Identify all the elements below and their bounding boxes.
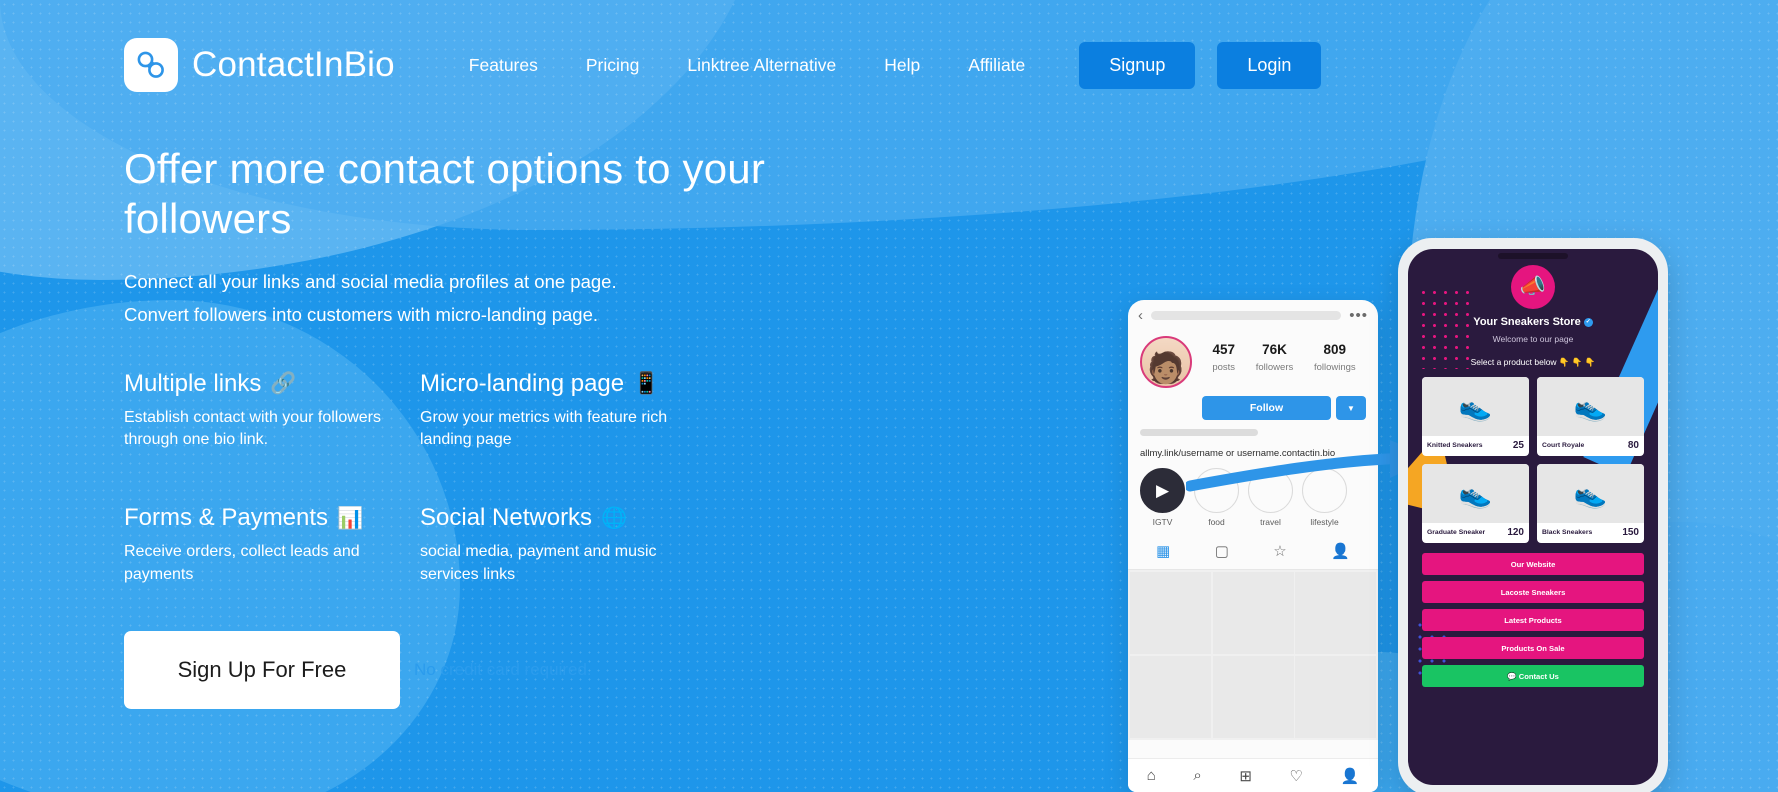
feature-item-micro-landing-page: Micro-landing page 📱 Grow your metrics w…	[420, 370, 716, 452]
feature-title: Multiple links	[124, 369, 262, 397]
feature-description: social media, payment and music services…	[420, 543, 657, 583]
bottom-nav: ⌂ ⌕ ⊞ ♡ 👤	[1128, 758, 1378, 792]
avatar: 🧑🏽	[1140, 336, 1192, 388]
hero-section: Offer more contact options to your follo…	[0, 130, 1778, 792]
store-name: Your Sneakers Store ✓	[1473, 316, 1593, 328]
profile-icon[interactable]: 👤	[1341, 767, 1360, 785]
stat-followers: 76K followers	[1255, 342, 1294, 373]
page-title: Offer more contact options to your follo…	[124, 145, 766, 242]
stat-posts: 457 posts	[1212, 342, 1236, 373]
igtv-icon: ▶	[1140, 468, 1185, 513]
main-navigation: Features Pricing Linktree Alternative He…	[445, 45, 1049, 86]
tagged-icon[interactable]: 👤	[1331, 542, 1350, 560]
nav-item-affiliate[interactable]: Affiliate	[944, 45, 1049, 86]
product-price: 150	[1622, 527, 1639, 538]
home-icon[interactable]: ⌂	[1147, 767, 1156, 784]
feature-title: Social Networks	[420, 504, 593, 532]
list-icon[interactable]: ▢	[1215, 542, 1229, 560]
site-header: ContactInBio Features Pricing Linktree A…	[0, 0, 1778, 130]
mobile-phone-emoji-icon: 📱	[633, 372, 660, 396]
search-icon[interactable]: ⌕	[1193, 767, 1201, 784]
product-price: 25	[1512, 440, 1524, 451]
feature-list: Multiple links 🔗 Establish contact with …	[124, 370, 824, 587]
chevron-down-icon[interactable]: ▼	[1336, 396, 1366, 420]
hero-subtitle-line-1: Connect all your links and social media …	[124, 271, 617, 293]
instagram-profile-mockup: ‹ ••• 🧑🏽 457 posts 76K followers 809 fol…	[1128, 300, 1378, 792]
grid-icon[interactable]: ▦	[1156, 542, 1170, 560]
ellipsis-icon[interactable]: •••	[1349, 307, 1368, 324]
select-product-text: Select a product below 👇 👇 👇	[1470, 357, 1596, 367]
product-price: 120	[1507, 527, 1524, 538]
link-button-lacoste-sneakers[interactable]: Lacoste Sneakers	[1422, 581, 1644, 603]
product-image: 👟	[1422, 464, 1529, 523]
globe-emoji-icon: 🌐	[601, 506, 628, 530]
feature-description: Receive orders, collect leads and paymen…	[124, 543, 360, 583]
link-button-list: Our Website Lacoste Sneakers Latest Prod…	[1422, 553, 1644, 687]
nav-item-linktree-alternative[interactable]: Linktree Alternative	[663, 45, 860, 86]
product-name: Court Royale	[1542, 442, 1585, 450]
product-name: Graduate Sneaker	[1427, 529, 1486, 537]
contactinbio-phone-mockup: 📣 Your Sneakers Store ✓ Welcome to our pa…	[1398, 238, 1668, 792]
link-button-products-on-sale[interactable]: Products On Sale	[1422, 637, 1644, 659]
bar-chart-emoji-icon: 📊	[337, 506, 364, 530]
product-name: Knitted Sneakers	[1427, 442, 1483, 450]
plus-icon[interactable]: ⊞	[1239, 767, 1252, 785]
nav-item-help[interactable]: Help	[860, 45, 944, 86]
highlight-igtv[interactable]: ▶ IGTV	[1140, 468, 1185, 527]
product-grid: 👟 Knitted Sneakers 25 👟 Court Royale 80	[1422, 377, 1644, 543]
welcome-text: Welcome to our page	[1492, 334, 1574, 344]
signup-button[interactable]: Signup	[1079, 41, 1196, 89]
feature-title: Micro-landing page	[420, 369, 625, 397]
star-icon[interactable]: ☆	[1273, 542, 1286, 560]
link-button-contact-us[interactable]: 💬 Contact Us	[1422, 665, 1644, 687]
login-button[interactable]: Login	[1217, 41, 1322, 89]
product-card[interactable]: 👟 Court Royale 80	[1537, 377, 1644, 456]
product-card[interactable]: 👟 Graduate Sneaker 120	[1422, 464, 1529, 543]
feature-item-forms-payments: Forms & Payments 📊 Receive orders, colle…	[124, 504, 420, 586]
product-card[interactable]: 👟 Black Sneakers 150	[1537, 464, 1644, 543]
no-credit-card-note: No credit card required.	[414, 659, 592, 679]
hero-subtitle-line-2: Convert followers into customers with mi…	[124, 304, 599, 326]
feature-description: Grow your metrics with feature rich land…	[420, 408, 668, 449]
feature-description: Establish contact with your followers th…	[124, 408, 381, 449]
link-button-latest-products[interactable]: Latest Products	[1422, 609, 1644, 631]
sign-up-for-free-button[interactable]: Sign Up For Free	[124, 630, 400, 709]
hero-mockups: ‹ ••• 🧑🏽 457 posts 76K followers 809 fol…	[1128, 238, 1668, 792]
post-grid	[1128, 570, 1378, 740]
feature-item-multiple-links: Multiple links 🔗 Establish contact with …	[124, 370, 420, 452]
product-name: Black Sneakers	[1542, 529, 1593, 537]
url-bar	[1151, 310, 1342, 320]
heart-icon[interactable]: ♡	[1290, 767, 1303, 785]
link-emoji-icon: 🔗	[270, 372, 297, 396]
nav-item-features[interactable]: Features	[445, 45, 562, 86]
linked-circles-icon	[124, 38, 178, 92]
link-button-our-website[interactable]: Our Website	[1422, 553, 1644, 575]
nav-item-pricing[interactable]: Pricing	[562, 45, 664, 86]
product-image: 👟	[1537, 464, 1644, 523]
feature-item-social-networks: Social Networks 🌐 social media, payment …	[420, 504, 716, 586]
product-image: 👟	[1537, 377, 1644, 436]
chevron-left-icon[interactable]: ‹	[1138, 307, 1143, 324]
follow-button[interactable]: Follow	[1202, 396, 1331, 420]
stat-followings: 809 followings	[1313, 342, 1356, 373]
logo[interactable]: ContactInBio	[124, 38, 395, 92]
feature-title: Forms & Payments	[124, 504, 329, 532]
megaphone-icon: 📣	[1511, 265, 1555, 309]
product-image: 👟	[1422, 377, 1529, 436]
logo-text: ContactInBio	[192, 45, 395, 84]
product-price: 80	[1627, 440, 1639, 451]
product-card[interactable]: 👟 Knitted Sneakers 25	[1422, 377, 1529, 456]
verified-check-icon: ✓	[1583, 317, 1593, 327]
